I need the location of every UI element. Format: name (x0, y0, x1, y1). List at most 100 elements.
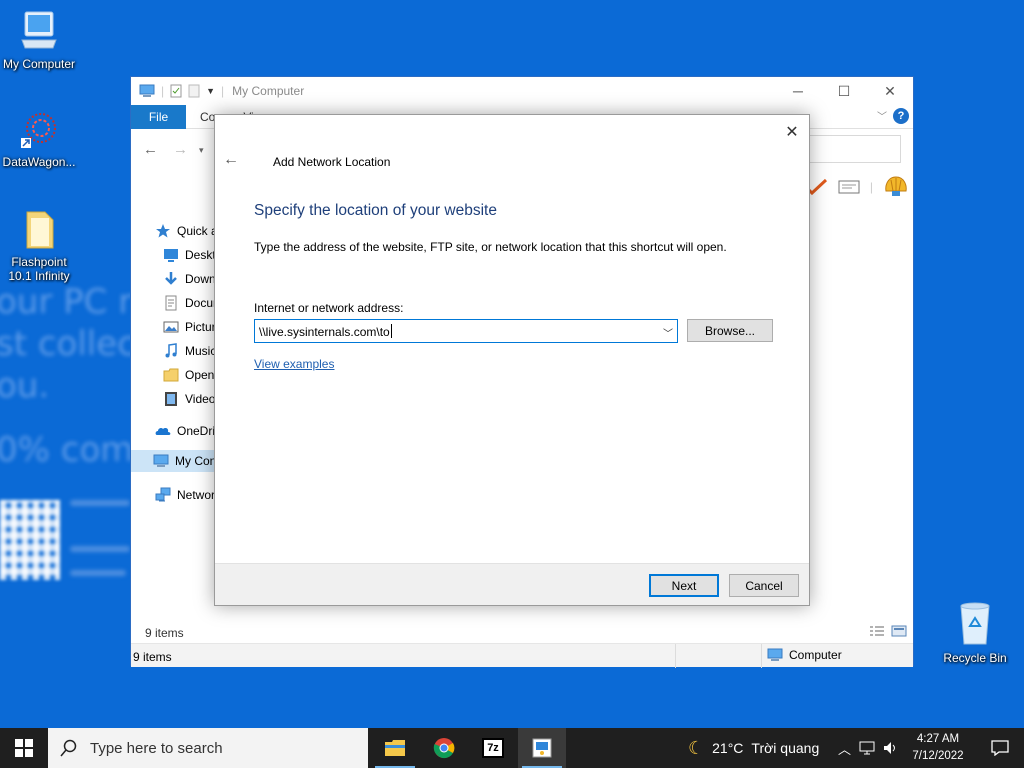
separator: | (161, 84, 165, 98)
nav-item-label: My Con (175, 454, 217, 468)
divider (761, 644, 762, 668)
item-count: 9 items (145, 626, 184, 640)
blurred-text (70, 546, 130, 552)
onedrive-icon (155, 427, 171, 435)
desktop-icon-label: My Computer (2, 57, 76, 71)
close-button[interactable]: ✕ (867, 77, 913, 105)
notifications-button[interactable] (980, 728, 1020, 768)
volume-icon[interactable] (883, 741, 899, 755)
taskbar: Type here to search 7z ☾ 21°C Trời quang… (0, 728, 1024, 768)
status-bar-location: Computer (767, 648, 842, 662)
chevron-up-icon[interactable]: ︿ (838, 739, 851, 758)
window-controls: ─ ☐ ✕ (775, 77, 913, 105)
help-icon[interactable]: ? (893, 108, 909, 124)
dialog-footer: Next Cancel (215, 563, 809, 605)
taskbar-chrome[interactable] (420, 728, 468, 768)
properties-icon[interactable] (170, 84, 182, 98)
nav-item-label: Quick a (177, 224, 218, 238)
explorer-title: My Computer (232, 84, 305, 98)
nav-item-my-computer[interactable]: My Con (131, 450, 221, 472)
tab-file[interactable]: File (131, 104, 186, 129)
taskbar-control-panel[interactable] (518, 728, 566, 768)
network-icon[interactable] (859, 741, 875, 755)
weather-widget[interactable]: ☾ 21°C Trời quang (688, 728, 819, 768)
network-icon (155, 487, 171, 502)
browse-button[interactable]: Browse... (687, 319, 773, 342)
nav-item-documents[interactable]: Docur (163, 295, 217, 311)
qr-code-image (0, 500, 60, 580)
quick-access-toolbar: | ▼ | (139, 84, 224, 98)
view-examples-link[interactable]: View examples (254, 357, 334, 371)
folder-icon (26, 211, 54, 249)
explorer-title-bar: | ▼ | My Computer ─ ☐ ✕ (131, 77, 913, 105)
windows-logo-icon (15, 739, 33, 757)
status-bar: 9 items Computer (131, 643, 913, 668)
back-arrow-icon[interactable]: ← (143, 141, 158, 158)
tiles-view-icon[interactable] (891, 625, 907, 637)
notification-icon (991, 740, 1009, 756)
desktop-icon-my-computer[interactable]: My Computer (0, 10, 81, 71)
computer-icon (139, 84, 155, 97)
desktop-icon-label: Recycle Bin (943, 651, 1007, 665)
search-input[interactable] (801, 135, 901, 163)
desktop-icon-recycle-bin[interactable]: Recycle Bin (933, 600, 1017, 665)
status-bar-items: 9 items (133, 650, 172, 664)
dialog-close-button[interactable]: ✕ (781, 121, 803, 143)
chrome-icon (433, 738, 455, 759)
forward-arrow-icon[interactable]: → (173, 141, 188, 158)
7zip-icon: 7z (482, 738, 504, 758)
chevron-down-icon[interactable]: ﹀ (663, 325, 673, 340)
new-folder-icon[interactable] (188, 84, 200, 98)
address-input-value[interactable]: \\live.sysinternals.com\to (259, 324, 392, 339)
nav-item-quick-access[interactable]: Quick a (155, 223, 218, 239)
next-button[interactable]: Next (649, 574, 719, 597)
nav-item-label: Pictur (185, 320, 216, 334)
search-icon (60, 739, 77, 757)
taskbar-search-box[interactable]: Type here to search (48, 728, 368, 768)
music-icon (165, 343, 177, 358)
shell-icon[interactable] (883, 175, 909, 199)
nav-item-network[interactable]: Networ (155, 487, 215, 503)
maximize-button[interactable]: ☐ (821, 77, 867, 105)
mail-icon[interactable] (838, 179, 860, 195)
pictures-icon (163, 321, 179, 333)
address-combobox[interactable]: \\live.sysinternals.com\to ﹀ (254, 319, 678, 343)
datawagon-icon (21, 113, 56, 148)
nav-item-music[interactable]: Music (163, 343, 216, 359)
blurred-text (70, 570, 126, 576)
desktop-icon-flashpoint[interactable]: Flashpoint 10.1 Infinity (0, 208, 81, 283)
chevron-down-icon[interactable]: ﹀ (877, 108, 887, 123)
taskbar-clock[interactable]: 4:27 AM 7/12/2022 (906, 731, 970, 765)
explorer-toolbar: | (804, 175, 909, 199)
nav-item-downloads[interactable]: Down (163, 271, 216, 287)
dialog-description: Type the address of the website, FTP sit… (254, 240, 727, 254)
taskbar-7zip[interactable]: 7z (469, 728, 517, 768)
taskbar-file-explorer[interactable] (371, 728, 419, 768)
nav-item-label: Down (185, 272, 216, 286)
desktop-folder-icon (164, 249, 178, 262)
nav-item-open[interactable]: Open- (163, 367, 218, 383)
separator: | (221, 84, 225, 98)
minimize-button[interactable]: ─ (775, 77, 821, 105)
computer-icon (767, 648, 783, 661)
details-view-icon[interactable] (869, 625, 885, 637)
recent-locations-icon[interactable]: ▾ (199, 145, 204, 156)
desktop-icon-label: Flashpoint 10.1 Infinity (8, 255, 70, 283)
cancel-button[interactable]: Cancel (729, 574, 799, 597)
file-explorer-icon (385, 740, 405, 756)
start-button[interactable] (0, 728, 48, 768)
videos-icon (165, 392, 177, 406)
desktop-icon-datawagon[interactable]: DataWagon... (0, 108, 81, 169)
nav-item-onedrive[interactable]: OneDriv (155, 423, 221, 439)
nav-item-videos[interactable]: Videos (163, 391, 221, 407)
blurred-text (70, 500, 130, 506)
nav-item-label: Music (185, 344, 217, 358)
weather-temperature: 21°C (712, 740, 744, 756)
taskbar-search-placeholder: Type here to search (90, 739, 223, 757)
separator: | (869, 180, 873, 194)
nav-item-pictures[interactable]: Pictur (163, 319, 216, 335)
nav-item-label: Docur (185, 296, 218, 310)
back-arrow-icon[interactable]: ← (223, 151, 239, 169)
desktop-icon-label: DataWagon... (2, 155, 76, 169)
qat-dropdown-icon[interactable]: ▼ (206, 86, 215, 96)
